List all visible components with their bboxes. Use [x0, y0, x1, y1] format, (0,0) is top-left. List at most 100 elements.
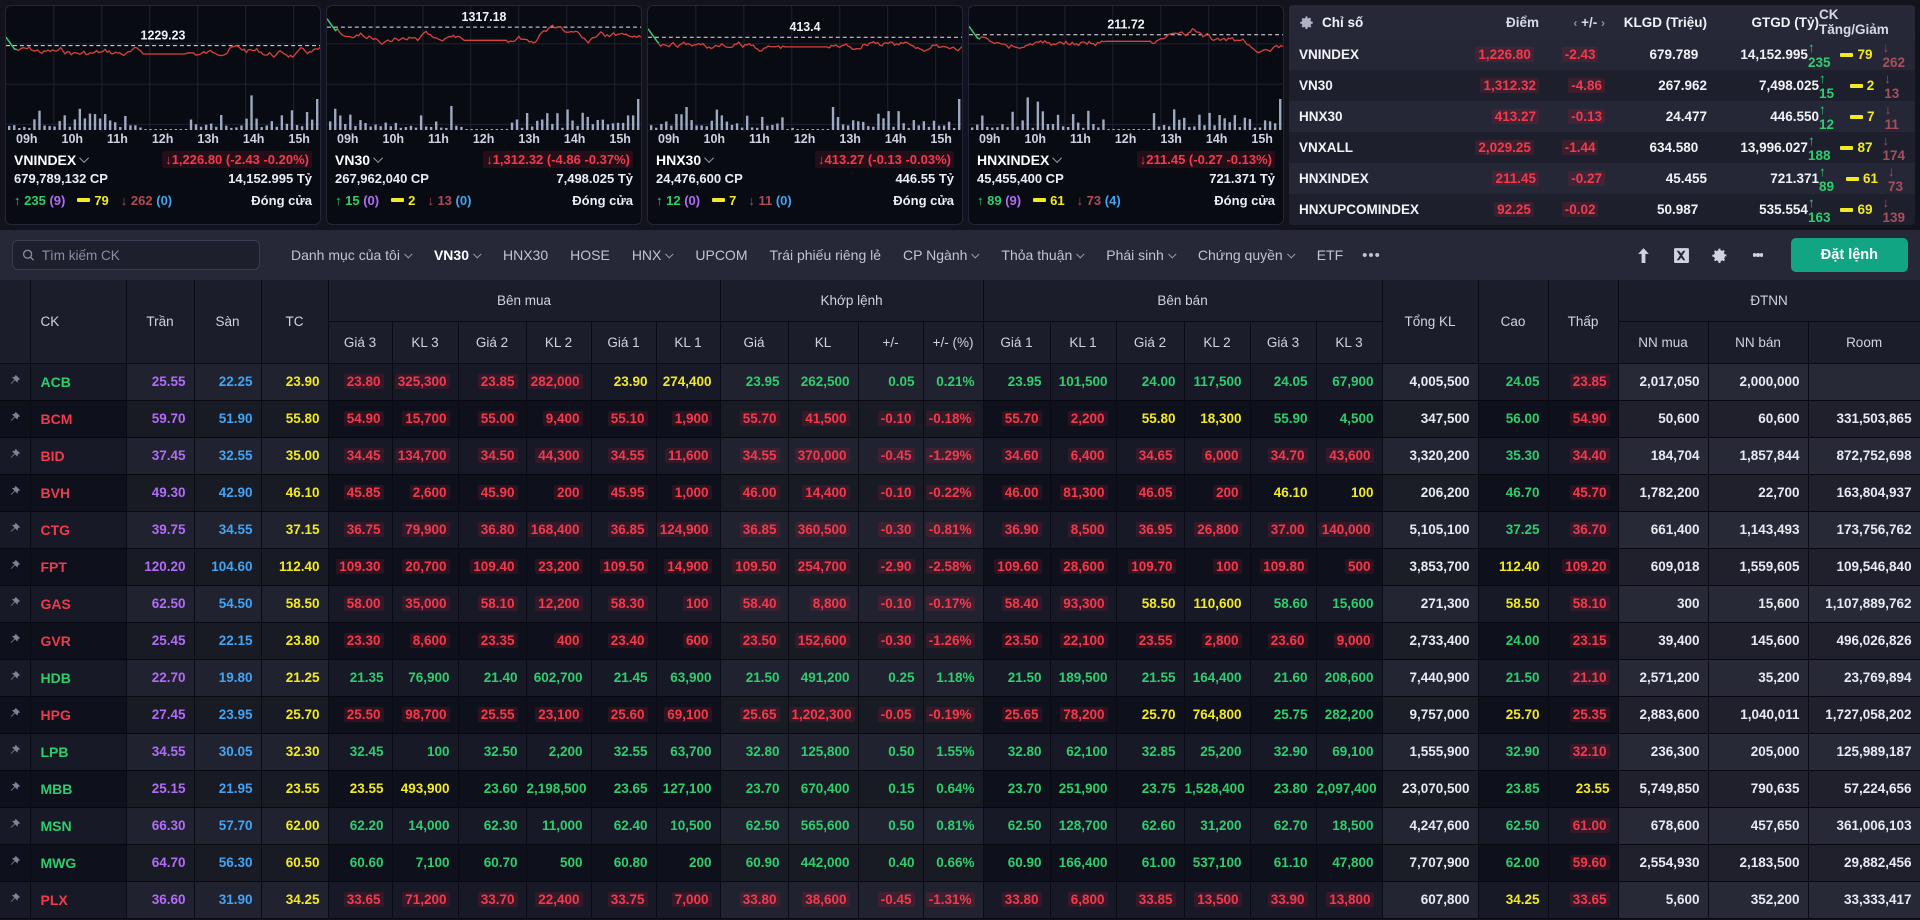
buy-vol-3[interactable]: 134,700	[392, 437, 459, 475]
buy-vol-1[interactable]: 63,700	[656, 733, 721, 771]
nav-item-VN30[interactable]: VN30	[425, 241, 490, 269]
buy-price-2[interactable]: 36.80	[458, 511, 527, 549]
sell-price-1[interactable]: 34.60	[983, 437, 1051, 475]
sell-vol-1[interactable]: 6,400	[1050, 437, 1117, 475]
buy-price-2[interactable]: 23.85	[458, 363, 527, 401]
buy-vol-2[interactable]: 2,198,500	[526, 770, 592, 808]
sell-vol-2[interactable]: 26,800	[1184, 511, 1251, 549]
buy-vol-2[interactable]: 200	[526, 474, 592, 512]
sell-price-2[interactable]: 109.70	[1116, 548, 1185, 586]
buy-vol-2[interactable]: 11,000	[526, 807, 592, 845]
sell-price-3[interactable]: 32.90	[1250, 733, 1317, 771]
buy-price-1[interactable]: 23.40	[591, 622, 657, 660]
buy-price-2[interactable]: 34.50	[458, 437, 527, 475]
ticker[interactable]: HDB	[30, 659, 127, 697]
sell-vol-3[interactable]: 67,900	[1316, 363, 1383, 401]
buy-price-3[interactable]: 21.35	[328, 659, 393, 697]
sell-price-1[interactable]: 46.00	[983, 474, 1051, 512]
buy-vol-3[interactable]: 15,700	[392, 400, 459, 438]
sell-vol-1[interactable]: 166,400	[1050, 844, 1117, 882]
sell-vol-3[interactable]: 208,600	[1316, 659, 1383, 697]
chart-index-name[interactable]: VN30	[335, 152, 384, 168]
sell-price-2[interactable]: 21.55	[1116, 659, 1185, 697]
buy-price-3[interactable]: 45.85	[328, 474, 393, 512]
buy-vol-2[interactable]: 22,400	[526, 881, 592, 919]
buy-vol-2[interactable]: 602,700	[526, 659, 592, 697]
ticker[interactable]: MWG	[30, 844, 127, 882]
sell-vol-2[interactable]: 117,500	[1184, 363, 1251, 401]
gear-icon[interactable]	[1299, 15, 1314, 30]
chart-index-name[interactable]: VNINDEX	[14, 152, 90, 168]
ticker[interactable]: GVR	[30, 622, 127, 660]
nav-item-HNX30[interactable]: HNX30	[494, 241, 557, 269]
sell-price-3[interactable]: 109.80	[1250, 548, 1317, 586]
sell-price-1[interactable]: 58.40	[983, 585, 1051, 623]
buy-price-1[interactable]: 21.45	[591, 659, 657, 697]
sell-vol-3[interactable]: 47,800	[1316, 844, 1383, 882]
sell-price-2[interactable]: 36.95	[1116, 511, 1185, 549]
buy-vol-2[interactable]: 282,000	[526, 363, 592, 401]
sell-price-1[interactable]: 32.80	[983, 733, 1051, 771]
nav-item-Danh-mục-của-tôi[interactable]: Danh mục của tôi	[282, 241, 421, 269]
buy-price-2[interactable]: 45.90	[458, 474, 527, 512]
buy-vol-2[interactable]: 168,400	[526, 511, 592, 549]
sell-price-1[interactable]: 23.50	[983, 622, 1051, 660]
match-price[interactable]: 58.40	[720, 585, 789, 623]
sell-vol-2[interactable]: 13,500	[1184, 881, 1251, 919]
buy-vol-1[interactable]: 274,400	[656, 363, 721, 401]
buy-price-2[interactable]: 21.40	[458, 659, 527, 697]
sell-vol-3[interactable]: 15,600	[1316, 585, 1383, 623]
search-box[interactable]	[12, 240, 260, 270]
match-price[interactable]: 23.50	[720, 622, 789, 660]
sell-vol-3[interactable]: 13,800	[1316, 881, 1383, 919]
pin-button[interactable]	[0, 363, 31, 401]
ticker[interactable]: LPB	[30, 733, 127, 771]
sell-vol-2[interactable]: 764,800	[1184, 696, 1251, 734]
sell-vol-1[interactable]: 8,500	[1050, 511, 1117, 549]
match-price[interactable]: 21.50	[720, 659, 789, 697]
buy-price-2[interactable]: 33.70	[458, 881, 527, 919]
sell-price-2[interactable]: 23.75	[1116, 770, 1185, 808]
nav-item-UPCOM[interactable]: UPCOM	[686, 241, 756, 269]
nav-item-ETF[interactable]: ETF	[1308, 241, 1352, 269]
buy-vol-3[interactable]: 14,000	[392, 807, 459, 845]
buy-vol-3[interactable]: 325,300	[392, 363, 459, 401]
pin-button[interactable]	[0, 511, 31, 549]
chart-index-name[interactable]: HNXINDEX	[977, 152, 1063, 168]
buy-vol-1[interactable]: 10,500	[656, 807, 721, 845]
sell-vol-1[interactable]: 81,300	[1050, 474, 1117, 512]
buy-vol-1[interactable]: 14,900	[656, 548, 721, 586]
buy-vol-1[interactable]: 124,900	[656, 511, 721, 549]
sell-vol-2[interactable]: 164,400	[1184, 659, 1251, 697]
buy-price-2[interactable]: 23.60	[458, 770, 527, 808]
sell-vol-1[interactable]: 251,900	[1050, 770, 1117, 808]
sell-vol-1[interactable]: 189,500	[1050, 659, 1117, 697]
buy-vol-1[interactable]: 100	[656, 585, 721, 623]
buy-price-1[interactable]: 34.55	[591, 437, 657, 475]
kebab-menu-icon[interactable]	[1743, 240, 1773, 270]
ticker[interactable]: GAS	[30, 585, 127, 623]
excel-export-icon[interactable]	[1667, 240, 1697, 270]
nav-item-Phái-sinh[interactable]: Phái sinh	[1097, 241, 1185, 269]
sell-price-3[interactable]: 23.80	[1250, 770, 1317, 808]
pin-button[interactable]	[0, 807, 31, 845]
sell-price-2[interactable]: 61.00	[1116, 844, 1185, 882]
buy-price-3[interactable]: 54.90	[328, 400, 393, 438]
index-row-VN30[interactable]: VN30 1,312.32 -4.86 267.962 7,498.025 ↑ …	[1289, 70, 1915, 101]
match-price[interactable]: 23.70	[720, 770, 789, 808]
pin-button[interactable]	[0, 881, 31, 919]
sell-vol-3[interactable]: 9,000	[1316, 622, 1383, 660]
match-price[interactable]: 46.00	[720, 474, 789, 512]
pin-button[interactable]	[0, 622, 31, 660]
sell-vol-1[interactable]: 78,200	[1050, 696, 1117, 734]
sell-price-3[interactable]: 61.10	[1250, 844, 1317, 882]
index-row-HNX30[interactable]: HNX30 413.27 -0.13 24.477 446.550 ↑ 12 7…	[1289, 101, 1915, 132]
ticker[interactable]: MSN	[30, 807, 127, 845]
ticker[interactable]: BID	[30, 437, 127, 475]
sell-price-2[interactable]: 32.85	[1116, 733, 1185, 771]
buy-price-2[interactable]: 25.55	[458, 696, 527, 734]
buy-price-3[interactable]: 32.45	[328, 733, 393, 771]
buy-vol-2[interactable]: 400	[526, 622, 592, 660]
ticker[interactable]: BVH	[30, 474, 127, 512]
buy-vol-1[interactable]: 600	[656, 622, 721, 660]
